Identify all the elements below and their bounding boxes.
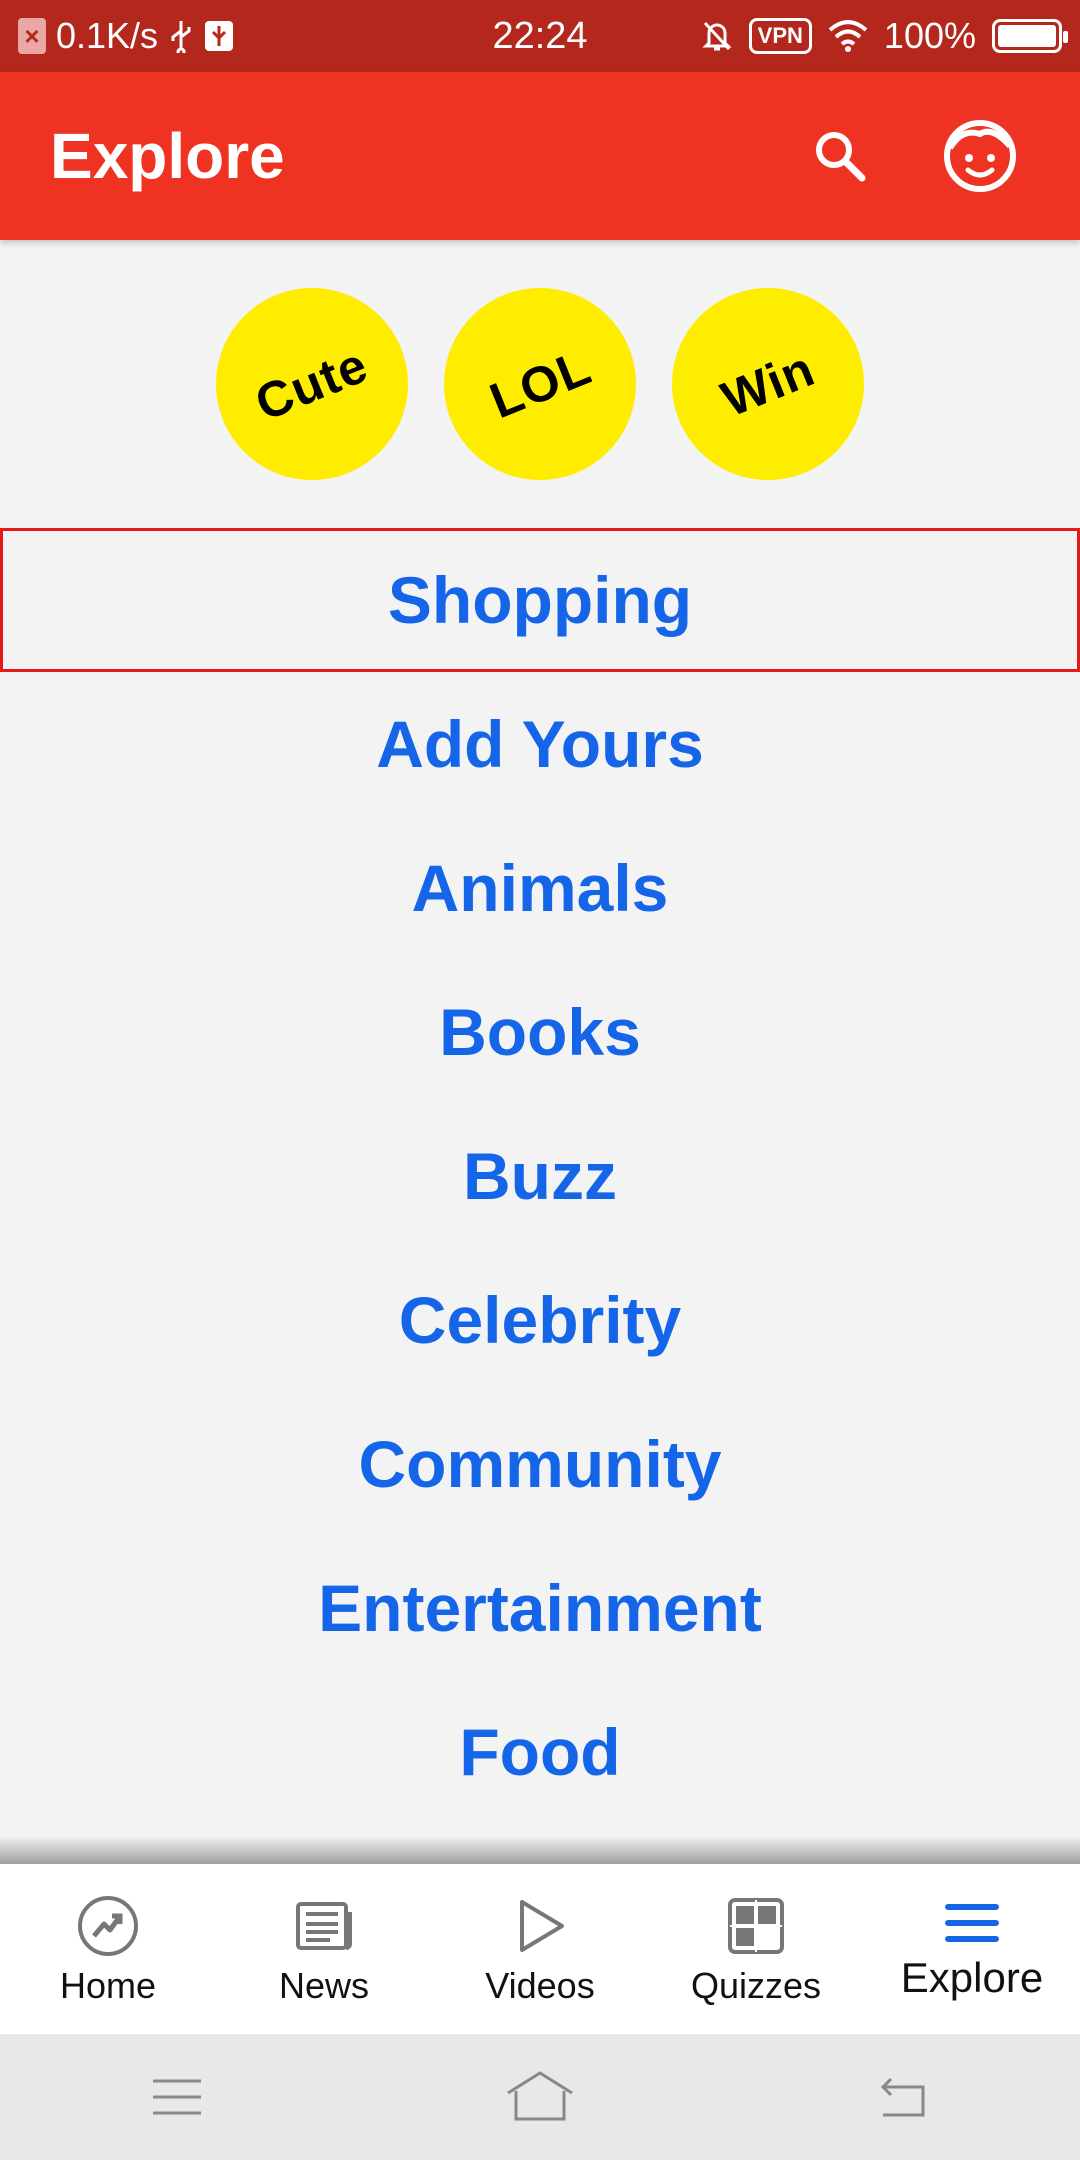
category-celebrity[interactable]: Celebrity (0, 1248, 1080, 1392)
net-speed: 0.1K/s (56, 15, 159, 56)
bottom-nav: Home News Videos Quizzes Explore (0, 1864, 1080, 2034)
nav-label: Explore (900, 1954, 1044, 2001)
app-bar: Explore (0, 72, 1080, 240)
category-add-yours[interactable]: Add Yours (0, 672, 1080, 816)
category-entertainment[interactable]: Entertainment (0, 1536, 1080, 1680)
usb-debug-icon (205, 21, 234, 51)
category-books[interactable]: Books (0, 960, 1080, 1104)
vpn-badge: VPN (748, 18, 812, 54)
nav-quizzes[interactable]: Quizzes (648, 1864, 864, 2034)
nav-label: Home (59, 1965, 157, 2006)
status-left: × 0.1K/s (18, 15, 540, 57)
nav-label: News (278, 1965, 370, 2006)
wifi-icon (828, 20, 868, 52)
search-button[interactable] (790, 106, 890, 206)
play-icon (520, 1900, 564, 1952)
battery-percent: 100% (883, 15, 976, 56)
profile-button[interactable] (930, 106, 1030, 206)
back-icon[interactable] (873, 2073, 933, 2121)
category-animals[interactable]: Animals (0, 816, 1080, 960)
category-list: Shopping Add Yours Animals Books Buzz Ce… (0, 528, 1080, 1824)
trending-icon (78, 1896, 138, 1956)
badge-cute[interactable]: Cute (216, 288, 408, 480)
home-icon[interactable] (502, 2069, 578, 2125)
category-food[interactable]: Food (0, 1680, 1080, 1824)
category-buzz[interactable]: Buzz (0, 1104, 1080, 1248)
status-bar: × 0.1K/s 22:24 VPN 100% (0, 0, 1080, 72)
badge-row: Cute LOL Win (0, 288, 1080, 480)
face-avatar-icon (944, 120, 1016, 192)
menu-icon (945, 1904, 999, 1942)
category-shopping[interactable]: Shopping (0, 528, 1080, 672)
system-nav-bar (0, 2034, 1080, 2160)
nav-videos[interactable]: Videos (432, 1864, 648, 2034)
battery-icon (992, 19, 1068, 53)
mute-bell-icon (702, 21, 732, 51)
nav-label: Quizzes (690, 1965, 822, 2006)
grid-icon (728, 1898, 784, 1954)
badge-label: LOL (481, 338, 599, 430)
page-title: Explore (50, 120, 285, 192)
category-community[interactable]: Community (0, 1392, 1080, 1536)
newspaper-icon (296, 1902, 352, 1950)
badge-label: Cute (248, 336, 376, 432)
badge-win[interactable]: Win (672, 288, 864, 480)
nav-news[interactable]: News (216, 1864, 432, 2034)
nav-home[interactable]: Home (0, 1864, 216, 2034)
badge-lol[interactable]: LOL (444, 288, 636, 480)
bottom-nav-shadow (0, 1836, 1080, 1864)
usb-icon (171, 21, 191, 53)
nav-label: Videos (485, 1965, 595, 2006)
notification-x-icon: × (18, 18, 46, 54)
status-right: VPN 100% (540, 15, 1068, 57)
badge-label: Win (713, 340, 823, 428)
search-icon (816, 132, 866, 182)
recents-icon[interactable] (147, 2075, 207, 2119)
nav-explore[interactable]: Explore (864, 1864, 1080, 2034)
